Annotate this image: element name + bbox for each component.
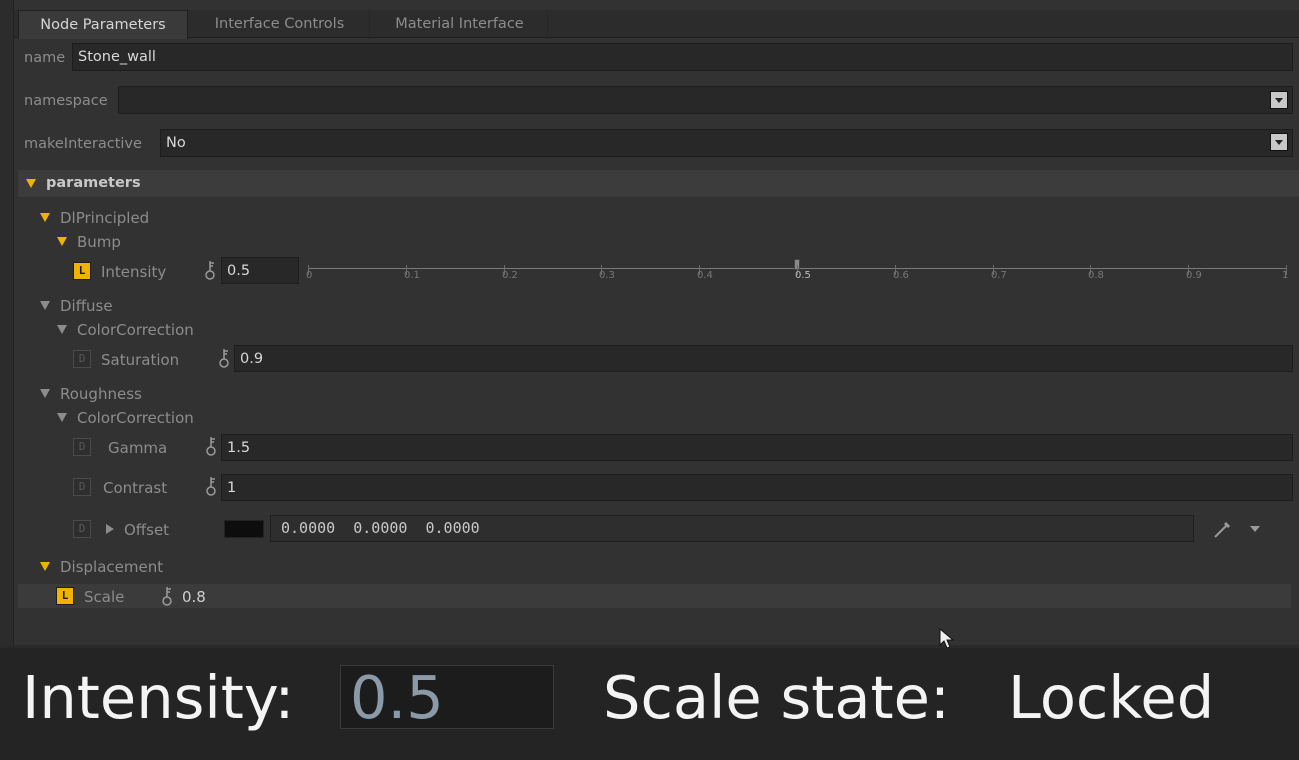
gamma-label: Gamma: [108, 439, 168, 457]
slider-tick-label: 0.3: [599, 270, 615, 281]
slider-tick-label: 0.9: [1186, 270, 1202, 281]
slider-tick-label: 0.1: [404, 270, 420, 281]
group-diffuse-color-correction: ColorCorrection: [77, 321, 194, 339]
make-interactive-dropdown-arrow-icon[interactable]: [1270, 133, 1288, 151]
group-displacement: Displacement: [60, 558, 164, 576]
slider-tick-label: 0.7: [991, 270, 1007, 281]
scale-lock-icon[interactable]: L: [56, 587, 74, 605]
group-roughness: Roughness: [60, 385, 142, 403]
intensity-field[interactable]: 0.5: [221, 257, 299, 284]
parameters-section-header[interactable]: [18, 170, 1299, 197]
offset-expand-icon[interactable]: [106, 524, 114, 534]
intensity-label: Intensity: [101, 263, 167, 281]
intensity-key-icon[interactable]: [203, 259, 217, 281]
status-intensity-label: Intensity:: [22, 663, 295, 732]
bump-collapse-icon[interactable]: [57, 237, 67, 246]
group-diffuse: Diffuse: [60, 297, 113, 315]
saturation-key-icon[interactable]: [217, 347, 231, 369]
scale-field[interactable]: 0.8: [182, 587, 206, 607]
namespace-label: namespace: [24, 93, 108, 109]
slider-tick-label: 0.8: [1088, 270, 1104, 281]
status-scale-value: Locked: [1008, 663, 1215, 732]
name-label: name: [24, 50, 66, 66]
scale-row-highlight: [18, 584, 1291, 608]
slider-tick-label: 0.2: [502, 270, 518, 281]
roughness-cc-collapse-icon[interactable]: [57, 413, 67, 422]
parameters-collapse-icon[interactable]: [26, 179, 36, 188]
diffuse-cc-collapse-icon[interactable]: [57, 325, 67, 334]
contrast-label: Contrast: [103, 479, 168, 497]
slider-tick-label: 0: [306, 270, 313, 281]
saturation-field[interactable]: 0.9: [234, 345, 1293, 372]
gamma-field[interactable]: 1.5: [221, 434, 1293, 461]
displacement-collapse-icon[interactable]: [40, 562, 50, 571]
group-principled: DlPrincipled: [60, 209, 150, 227]
gamma-key-icon[interactable]: [204, 435, 218, 457]
status-intensity-value: 0.5: [350, 663, 444, 732]
slider-tick-label: 0.4: [697, 270, 713, 281]
contrast-field[interactable]: 1: [221, 474, 1293, 501]
slider-tick-label: 1: [1282, 270, 1289, 281]
group-roughness-color-correction: ColorCorrection: [77, 409, 194, 427]
namespace-dropdown[interactable]: [118, 86, 1293, 114]
tab-interface-controls[interactable]: Interface Controls: [190, 10, 370, 39]
principled-collapse-icon[interactable]: [40, 213, 50, 222]
offset-color-swatch[interactable]: [224, 520, 264, 538]
offset-label: Offset: [124, 521, 170, 539]
eyedropper-icon[interactable]: [1212, 518, 1234, 540]
tab-material-interface[interactable]: Material Interface: [372, 10, 548, 39]
saturation-lock-icon[interactable]: D: [73, 350, 91, 368]
scale-label: Scale: [84, 588, 125, 606]
parameters-title: parameters: [46, 175, 141, 191]
panel-left-border: [0, 0, 14, 645]
offset-lock-icon[interactable]: D: [73, 520, 91, 538]
make-interactive-dropdown[interactable]: No: [160, 129, 1293, 157]
contrast-key-icon[interactable]: [204, 475, 218, 497]
slider-tick-label: 0.5: [795, 270, 811, 281]
group-bump: Bump: [77, 233, 121, 251]
tab-node-parameters[interactable]: Node Parameters: [18, 10, 188, 39]
name-field[interactable]: Stone_wall: [72, 43, 1293, 71]
intensity-lock-icon[interactable]: L: [73, 262, 91, 280]
offset-menu-chevron-down-icon[interactable]: [1250, 526, 1260, 532]
slider-tick-label: 0.6: [893, 270, 909, 281]
make-interactive-label: makeInteractive: [24, 136, 142, 152]
scale-key-icon[interactable]: [160, 585, 174, 607]
mouse-cursor-icon: [939, 628, 955, 649]
namespace-dropdown-arrow-icon[interactable]: [1270, 91, 1288, 109]
roughness-collapse-icon[interactable]: [40, 389, 50, 398]
status-scale-label: Scale state:: [603, 663, 950, 732]
diffuse-collapse-icon[interactable]: [40, 301, 50, 310]
saturation-label: Saturation: [101, 351, 180, 369]
contrast-lock-icon[interactable]: D: [73, 478, 91, 496]
gamma-lock-icon[interactable]: D: [73, 438, 91, 456]
offset-values-field[interactable]: 0.0000 0.0000 0.0000: [270, 515, 1194, 542]
